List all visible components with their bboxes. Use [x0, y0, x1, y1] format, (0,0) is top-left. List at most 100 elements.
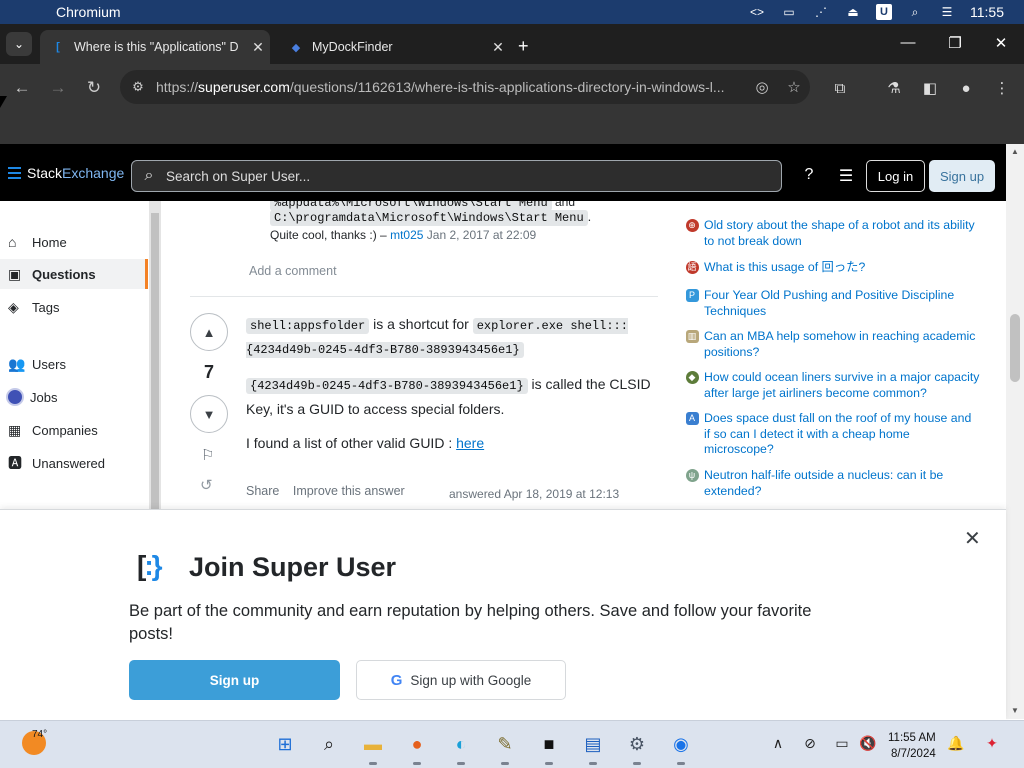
tray-volume-icon[interactable]: 🔇 — [858, 735, 878, 752]
answer-paragraph-3: I found a list of other valid GUID : her… — [246, 435, 485, 451]
answered-date[interactable]: answered Apr 18, 2019 at 12:13 — [449, 487, 619, 501]
menubar-clock[interactable]: 11:55 — [970, 4, 1004, 20]
bookmark-star-icon[interactable]: ☆ — [778, 78, 810, 96]
help-icon[interactable]: ? — [798, 166, 820, 184]
close-window-icon[interactable]: ✕ — [991, 34, 1011, 52]
login-button[interactable]: Log in — [866, 160, 925, 192]
url-text[interactable]: https://superuser.com/questions/1162613/… — [156, 79, 746, 95]
address-bar[interactable]: ⚙ https://superuser.com/questions/116261… — [120, 70, 810, 104]
search-icon[interactable]: ⌕ — [906, 4, 924, 20]
site-info-icon[interactable]: ⚙ — [120, 79, 156, 95]
tray-display-icon[interactable]: ▭ — [832, 735, 852, 752]
nav-item-jobs[interactable]: Jobs — [0, 382, 148, 412]
taskbar-clock[interactable]: 11:55 AM 8/7/2024 — [888, 730, 936, 762]
tab-superuser[interactable]: [ Where is this "Applications" D ✕ — [40, 30, 270, 64]
notification-bell-icon[interactable]: 🔔 — [946, 735, 966, 752]
nav-item-tags[interactable]: ◈ Tags — [0, 292, 148, 322]
sidebar-scrollbar-thumb[interactable] — [151, 213, 159, 511]
answer-actions: Share Improve this answer — [246, 484, 415, 498]
hnq-item[interactable]: ◆ How could ocean liners survive in a ma… — [680, 370, 980, 401]
wifi-off-icon[interactable]: ⋰ — [812, 4, 830, 20]
paint-icon[interactable]: ✎ — [492, 731, 518, 765]
hnq-item[interactable]: 語 What is this usage of 回った? — [680, 260, 980, 276]
new-tab-icon[interactable]: + — [518, 36, 529, 57]
site-switcher-icon[interactable]: ☰ — [835, 166, 857, 186]
store-icon[interactable]: ▤ — [580, 731, 606, 765]
hnq-item[interactable]: ▥ Can an MBA help somehow in reaching ac… — [680, 329, 980, 360]
history-icon[interactable]: ↺ — [200, 476, 213, 494]
home-icon: ⌂ — [8, 234, 17, 250]
labs-icon[interactable]: ⚗ — [882, 76, 906, 100]
share-link[interactable]: Share — [246, 484, 279, 498]
mouse-cursor-icon — [0, 96, 7, 108]
stackexchange-logo[interactable]: StackExchange — [8, 165, 124, 181]
copilot-icon[interactable]: ✦ — [982, 735, 1002, 752]
here-link[interactable]: here — [456, 435, 484, 451]
settings-icon[interactable]: ⚙ — [624, 731, 650, 765]
file-explorer-icon[interactable]: ▬ — [360, 731, 386, 765]
nav-item-companies[interactable]: ▦ Companies — [0, 415, 148, 445]
site-icon: ◆ — [680, 370, 704, 401]
nav-item-users[interactable]: 👥 Users — [0, 349, 148, 379]
page-scrollbar[interactable]: ▲ ▼ — [1006, 144, 1024, 719]
improve-answer-link[interactable]: Improve this answer — [293, 484, 405, 498]
nav-item-unanswered[interactable]: 🅰 Unanswered — [0, 448, 148, 478]
eject-icon[interactable]: ⏏ — [844, 4, 862, 20]
comment-date[interactable]: Jan 2, 2017 at 22:09 — [427, 228, 536, 242]
restore-icon[interactable]: ❐ — [945, 34, 965, 52]
tracking-off-icon[interactable]: ◎ — [746, 78, 778, 96]
tab-mydockfinder[interactable]: ◆ MyDockFinder ✕ — [278, 30, 510, 64]
bookmark-icon[interactable]: ⚐ — [201, 446, 214, 464]
sidebar-scrollbar[interactable] — [149, 201, 161, 511]
hnq-item[interactable]: P Four Year Old Pushing and Positive Dis… — [680, 288, 980, 319]
edge-icon[interactable]: ◐ — [448, 731, 474, 765]
close-tab-icon[interactable]: ✕ — [246, 39, 270, 56]
side-panel-icon[interactable]: ◧ — [918, 76, 942, 100]
close-icon[interactable]: ✕ — [964, 526, 981, 551]
site-search[interactable]: ⌕ Search on Super User... — [131, 160, 782, 192]
forward-icon[interactable]: → — [44, 76, 72, 100]
modal-title: Join Super User — [189, 552, 397, 582]
menubar-app-name[interactable]: Chromium — [56, 4, 121, 20]
weather-temperature[interactable]: 74° — [32, 729, 47, 740]
left-sidebar: ⌂ Home ▣ Questions ◈ Tags 👥 Users Jobs ▦… — [0, 201, 148, 511]
downvote-button[interactable]: ▼ — [190, 395, 228, 433]
chromium-icon[interactable]: ◉ — [668, 731, 694, 765]
taskbar-search-icon[interactable]: ⌕ — [316, 731, 342, 757]
header-signup-button[interactable]: Sign up — [929, 160, 995, 192]
add-comment-link[interactable]: Add a comment — [249, 264, 337, 278]
firefox-icon[interactable]: ● — [404, 731, 430, 765]
scroll-down-icon[interactable]: ▼ — [1006, 706, 1024, 715]
nav-item-questions[interactable]: ▣ Questions — [0, 259, 148, 289]
tray-chevron-up-icon[interactable]: ∧ — [768, 735, 788, 752]
site-header: StackExchange ⌕ Search on Super User... … — [0, 144, 1006, 201]
page-scrollbar-thumb[interactable] — [1010, 314, 1020, 382]
upvote-button[interactable]: ▲ — [190, 313, 228, 351]
reload-icon[interactable]: ↻ — [80, 76, 108, 100]
google-icon: G — [390, 671, 403, 689]
scroll-up-icon[interactable]: ▲ — [1006, 147, 1024, 156]
minimize-icon[interactable]: — — [898, 34, 918, 51]
control-center-icon[interactable]: ☰ — [938, 4, 956, 20]
terminal-icon[interactable]: ■ — [536, 731, 562, 765]
close-tab-icon[interactable]: ✕ — [486, 39, 510, 56]
hot-network-questions: ⊕ Old story about the shape of a robot a… — [680, 201, 980, 511]
code-icon[interactable]: <> — [748, 4, 766, 20]
comment-user-link[interactable]: mt025 — [390, 228, 423, 242]
display-icon[interactable]: ▭ — [780, 4, 798, 20]
nav-item-home[interactable]: ⌂ Home — [0, 227, 148, 257]
google-signup-button[interactable]: G Sign up with Google — [356, 660, 566, 700]
keyboard-u-icon[interactable]: U — [876, 4, 892, 20]
hnq-item[interactable]: ⊕ Old story about the shape of a robot a… — [680, 218, 980, 249]
hnq-item[interactable]: A Does space dust fall on the roof of my… — [680, 411, 980, 458]
modal-signup-button[interactable]: Sign up — [129, 660, 340, 700]
tab-search-button[interactable]: ⌄ — [6, 32, 32, 56]
site-icon: A — [680, 411, 704, 458]
start-icon[interactable]: ⊞ — [272, 731, 298, 757]
back-icon[interactable]: ← — [8, 76, 36, 100]
extensions-icon[interactable]: ⧉ — [828, 76, 852, 100]
hnq-item[interactable]: ψ Neutron half-life outside a nucleus: c… — [680, 468, 980, 499]
tray-network-icon[interactable]: ⊘ — [800, 735, 820, 752]
profile-icon[interactable]: ● — [954, 76, 978, 100]
menu-icon[interactable]: ⋮ — [990, 76, 1014, 100]
